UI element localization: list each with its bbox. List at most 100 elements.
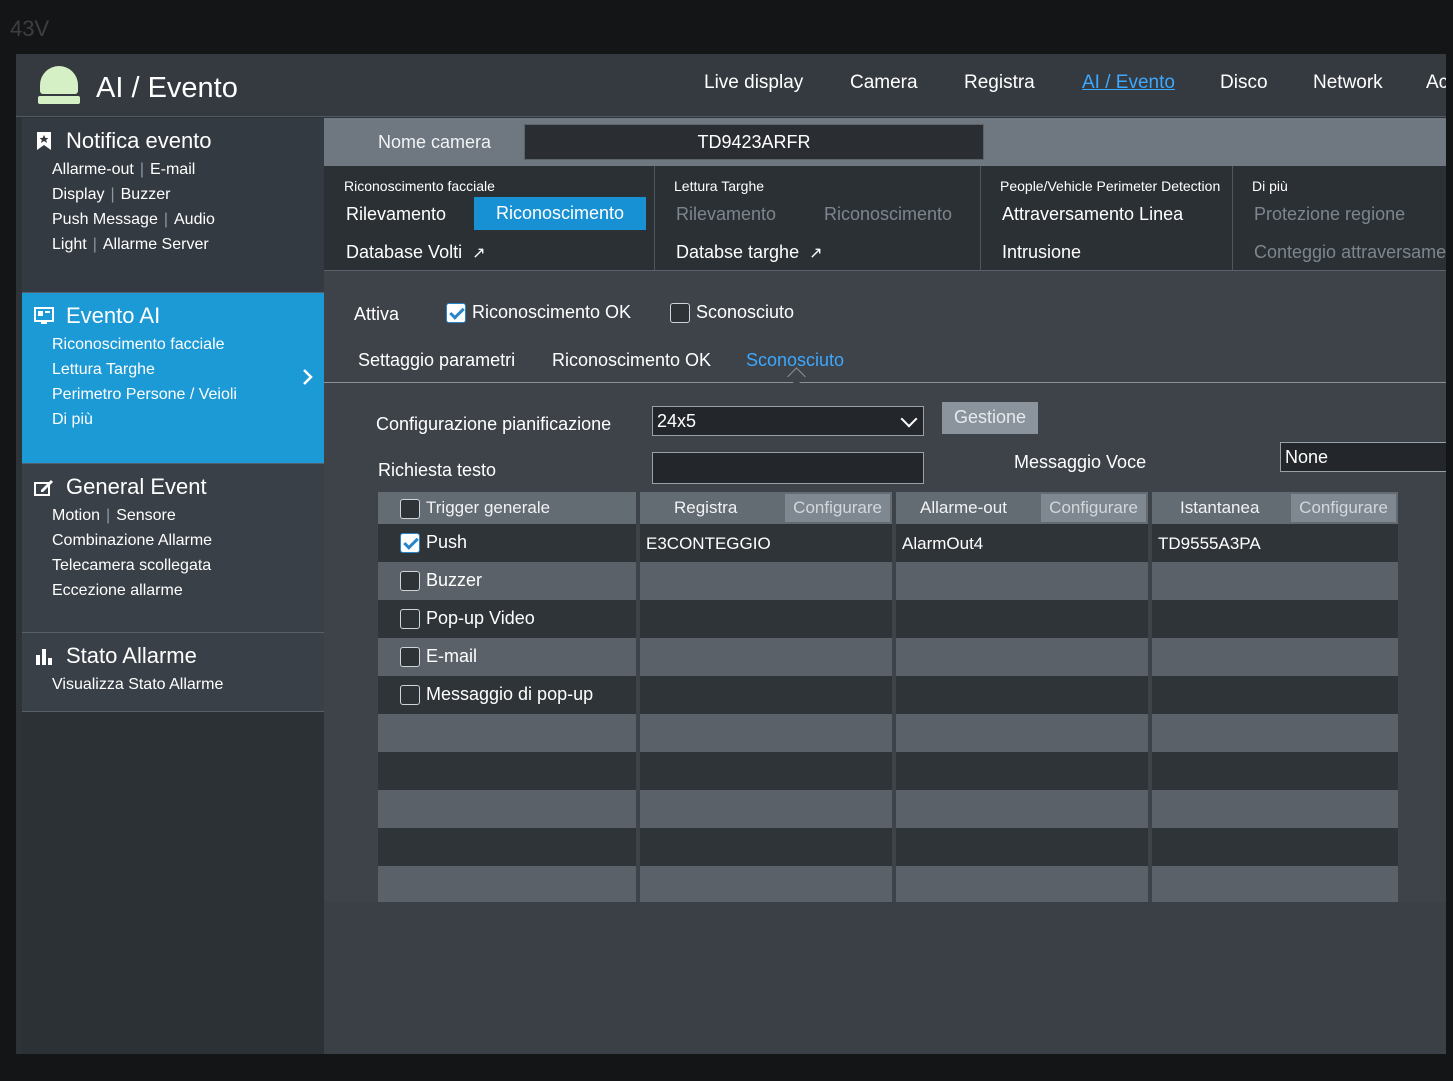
trigger-email[interactable]: E-mail	[400, 646, 478, 668]
sidebar-item-di-piu[interactable]: Di più	[52, 411, 93, 428]
schedule-label: Configurazione pianificazione	[376, 414, 612, 434]
sidebar-item-perimetro[interactable]: Perimetro Persone / Veioli	[52, 386, 237, 403]
trigger-buzzer-label: Buzzer	[426, 570, 483, 590]
tab-database-volti[interactable]: Database Volti ↗	[346, 242, 485, 263]
sidebar-item-light[interactable]: Light	[52, 236, 87, 253]
sidebar-group-evento-ai: Evento AI Riconoscimento facciale Lettur…	[22, 293, 324, 464]
sidebar-title-stato-allarme: Stato Allarme	[66, 643, 197, 668]
nav-live-display[interactable]: Live display	[704, 72, 803, 94]
trigger-header-label: Trigger generale	[426, 498, 551, 517]
checkbox-unchecked-icon	[400, 647, 420, 668]
trigger-popup-video[interactable]: Pop-up Video	[400, 608, 535, 630]
checkbox-sconosciuto[interactable]: Sconosciuto	[670, 302, 794, 324]
registra-column: Registra Configurare E3CONTEGGIO	[640, 492, 892, 904]
allarme-out-header: Allarme-out Configurare	[896, 492, 1148, 524]
tab-intrusione[interactable]: Intrusione	[1002, 242, 1081, 263]
sidebar-item-email[interactable]: E-mail	[150, 161, 195, 178]
chevron-right-icon[interactable]	[300, 369, 316, 385]
ai-monitor-icon	[34, 306, 54, 326]
sidebar-item-allarme-server[interactable]: Allarme Server	[103, 236, 209, 253]
chevron-down-icon	[900, 410, 918, 428]
allarme-out-column: Allarme-out Configurare AlarmOut4	[896, 492, 1148, 904]
camera-name-select[interactable]: TD9423ARFR	[524, 124, 984, 160]
sidebar-item-sensore[interactable]: Sensore	[116, 507, 176, 524]
gestione-button[interactable]: Gestione	[942, 402, 1038, 434]
tab-conteggio-attraversamento[interactable]: Conteggio attraversamen	[1254, 242, 1446, 263]
nav-registra[interactable]: Registra	[964, 72, 1035, 94]
checkbox-riconoscimento-ok[interactable]: Riconoscimento OK	[446, 302, 632, 324]
checkbox-riconoscimento-ok-label: Riconoscimento OK	[472, 302, 632, 322]
trigger-push[interactable]: Push	[400, 532, 467, 554]
subtab-riconoscimento-ok[interactable]: Riconoscimento OK	[552, 350, 711, 371]
checkbox-unchecked-icon	[400, 685, 420, 706]
istantanea-column: Istantanea Configurare TD9555A3PA	[1152, 492, 1398, 904]
schedule-select[interactable]: 24x5	[652, 406, 924, 436]
nav-more[interactable]: Ac	[1426, 72, 1446, 94]
edit-note-icon	[34, 477, 54, 497]
nav-disco[interactable]: Disco	[1220, 72, 1268, 94]
checkbox-unchecked-icon	[400, 498, 420, 519]
sidebar-item-push-message[interactable]: Push Message	[52, 211, 158, 228]
checkbox-unchecked-icon	[670, 303, 690, 324]
monitor-model-label: 43V	[10, 16, 50, 41]
registra-configurare-button[interactable]: Configurare	[785, 494, 890, 522]
sidebar-item-display[interactable]: Display	[52, 186, 104, 203]
messaggio-voce-select[interactable]: None	[1280, 442, 1446, 472]
tab-group-facciale: Riconoscimento facciale Rilevamento Rico…	[324, 166, 655, 270]
checkbox-checked-icon	[446, 303, 466, 324]
subtab-bar: Settaggio parametri Riconoscimento OK Sc…	[324, 346, 1446, 383]
attiva-label: Attiva	[354, 304, 400, 324]
dvr-screen: AI / Evento Live display Camera Registra…	[16, 54, 1446, 1054]
tab-face-riconoscimento[interactable]: Riconoscimento	[474, 197, 647, 230]
main-content: Nome camera TD9423ARFR Riconoscimento fa…	[324, 118, 1446, 1054]
trigger-email-label: E-mail	[426, 646, 478, 666]
checkbox-unchecked-icon	[400, 571, 420, 592]
sidebar-item-combinazione-allarme[interactable]: Combinazione Allarme	[52, 532, 212, 549]
sidebar-item-motion[interactable]: Motion	[52, 507, 100, 524]
tab-group-title-facciale: Riconoscimento facciale	[344, 178, 495, 194]
trigger-messaggio-popup[interactable]: Messaggio di pop-up	[400, 684, 594, 706]
sidebar-item-riconoscimento-facciale[interactable]: Riconoscimento facciale	[52, 336, 225, 353]
richiesta-testo-label: Richiesta testo	[378, 460, 497, 480]
nav-camera[interactable]: Camera	[850, 72, 918, 94]
richiesta-testo-input[interactable]	[652, 452, 924, 484]
sidebar-item-lettura-targhe[interactable]: Lettura Targhe	[52, 361, 155, 378]
sidebar-head-general-event[interactable]: General Event	[22, 464, 324, 504]
sidebar-head-notifica[interactable]: Notifica evento	[22, 118, 324, 158]
sidebar-item-telecamera-scollegata[interactable]: Telecamera scollegata	[52, 557, 211, 574]
sidebar-title-notifica: Notifica evento	[66, 128, 212, 153]
istantanea-value[interactable]: TD9555A3PA	[1158, 534, 1261, 554]
sidebar-item-eccezione-allarme[interactable]: Eccezione allarme	[52, 582, 183, 599]
sidebar-item-allarme-out[interactable]: Allarme-out	[52, 161, 134, 178]
allarme-out-configurare-button[interactable]: Configurare	[1041, 494, 1146, 522]
trigger-popup-video-label: Pop-up Video	[426, 608, 535, 628]
registra-value[interactable]: E3CONTEGGIO	[646, 534, 771, 554]
nav-network[interactable]: Network	[1313, 72, 1383, 94]
sidebar-head-evento-ai[interactable]: Evento AI	[22, 293, 324, 333]
tab-group-title-perimeter: People/Vehicle Perimeter Detection	[1000, 178, 1221, 194]
content-bottom-area	[324, 902, 1446, 1054]
sidebar-head-stato-allarme[interactable]: Stato Allarme	[22, 633, 324, 673]
bar-chart-icon	[34, 646, 54, 666]
allarme-out-value[interactable]: AlarmOut4	[902, 534, 983, 554]
nav-ai-evento[interactable]: AI / Evento	[1082, 72, 1175, 94]
subtab-settaggio-parametri[interactable]: Settaggio parametri	[358, 350, 515, 371]
tab-database-targhe[interactable]: Databse targhe ↗	[676, 242, 823, 263]
tab-protezione-regione[interactable]: Protezione regione	[1254, 204, 1405, 225]
istantanea-configurare-button[interactable]: Configurare	[1291, 494, 1396, 522]
database-targhe-label: Databse targhe	[676, 242, 800, 262]
tab-attraversamento-linea[interactable]: Attraversamento Linea	[1002, 204, 1183, 225]
sidebar-item-visualizza-stato[interactable]: Visualizza Stato Allarme	[52, 676, 223, 693]
external-link-icon: ↗	[809, 245, 823, 262]
trigger-buzzer[interactable]: Buzzer	[400, 570, 483, 592]
tab-group-targhe: Lettura Targhe Rilevamento Riconosciment…	[654, 166, 981, 270]
sidebar-item-buzzer[interactable]: Buzzer	[121, 186, 171, 203]
trigger-messaggio-popup-label: Messaggio di pop-up	[426, 684, 594, 704]
trigger-header[interactable]: Trigger generale	[378, 492, 636, 524]
sidebar-item-audio[interactable]: Audio	[174, 211, 215, 228]
tab-plate-riconoscimento[interactable]: Riconoscimento	[824, 204, 952, 225]
tab-plate-rilevamento[interactable]: Rilevamento	[676, 204, 776, 225]
external-link-icon: ↗	[472, 245, 486, 262]
subtab-sconosciuto[interactable]: Sconosciuto	[746, 350, 844, 371]
tab-face-rilevamento[interactable]: Rilevamento	[346, 204, 446, 225]
